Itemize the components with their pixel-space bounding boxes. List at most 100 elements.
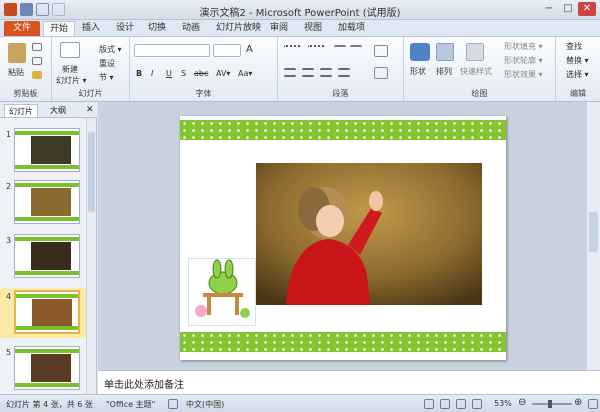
close-window-icon[interactable]: ✕ (578, 2, 596, 16)
shape-fill-button[interactable]: 形状填充 ▾ (504, 41, 543, 52)
font-group-label: 字体 (195, 89, 212, 98)
left-pane-header: 幻灯片 大纲 ✕ (0, 102, 97, 118)
tab-insert[interactable]: 插入 (76, 21, 106, 36)
close-pane-icon[interactable]: ✕ (82, 104, 98, 117)
decrease-indent-icon[interactable] (334, 45, 346, 55)
shapes-icon[interactable] (410, 43, 430, 61)
numbering-icon[interactable] (308, 45, 326, 55)
tab-file[interactable]: 文件 (4, 21, 40, 36)
minimize-icon[interactable]: − (540, 2, 558, 16)
align-center-icon[interactable] (302, 68, 314, 77)
bullets-icon[interactable] (284, 45, 302, 55)
slide-position-info: 幻灯片 第 4 张，共 6 张 (6, 400, 93, 409)
slideshow-view-icon[interactable] (472, 399, 482, 409)
normal-view-icon[interactable] (424, 399, 434, 409)
tab-transitions[interactable]: 切换 (142, 21, 172, 36)
smartart-icon[interactable] (374, 67, 388, 79)
tab-slides-pane[interactable]: 幻灯片 (4, 104, 38, 117)
clipboard-group-label: 剪贴板 (13, 89, 38, 98)
find-button[interactable]: 查找 (566, 41, 582, 52)
section-button[interactable]: 节 ▾ (99, 72, 114, 83)
spellcheck-icon[interactable] (168, 399, 178, 409)
change-case-button[interactable]: Aa▾ (238, 69, 252, 78)
zoom-level[interactable]: 53% (494, 399, 512, 408)
reset-button[interactable]: 重设 (99, 58, 115, 69)
shadow-button[interactable]: S (181, 69, 186, 78)
new-slide-dropdown[interactable]: 幻灯片 ▾ (56, 75, 87, 86)
justify-icon[interactable] (338, 68, 350, 77)
fit-to-window-icon[interactable] (588, 399, 598, 409)
maximize-icon[interactable]: □ (559, 2, 577, 16)
zoom-in-icon[interactable]: ⊕ (574, 397, 582, 408)
increase-indent-icon[interactable] (350, 45, 362, 55)
grow-font-button[interactable]: A (246, 44, 253, 55)
bold-button[interactable]: B (136, 69, 142, 78)
quick-styles-icon[interactable] (466, 43, 484, 61)
char-spacing-button[interactable]: AV▾ (216, 69, 230, 78)
tab-view[interactable]: 视图 (298, 21, 328, 36)
shape-outline-button[interactable]: 形状轮廓 ▾ (504, 55, 543, 66)
notes-pane[interactable]: 单击此处添加备注 (98, 370, 600, 394)
new-slide-button[interactable]: 新建 (62, 64, 78, 75)
reading-view-icon[interactable] (456, 399, 466, 409)
tab-home[interactable]: 开始 (43, 21, 76, 36)
layout-button[interactable]: 版式 ▾ (99, 44, 122, 55)
cartoon-bunny-image[interactable] (188, 258, 256, 326)
slide-number: 5 (6, 348, 12, 357)
drawing-group: 形状 排列 快速样式 形状填充 ▾ 形状轮廓 ▾ 形状效果 ▾ 绘图 (404, 37, 556, 101)
align-left-icon[interactable] (284, 68, 296, 77)
arrange-icon[interactable] (436, 43, 454, 61)
status-bar: 幻灯片 第 4 张，共 6 张 "Office 主题" 中文(中国) 53% ⊖… (0, 394, 600, 412)
underline-button[interactable]: U (166, 69, 172, 78)
title-bar: 演示文稿2 - Microsoft PowerPoint (试用版) − □ ✕ (0, 0, 600, 20)
font-name-input[interactable] (134, 44, 210, 57)
paste-icon[interactable] (8, 43, 26, 63)
slide-thumbnail[interactable] (14, 128, 80, 172)
paste-button[interactable]: 粘贴 (8, 67, 24, 78)
slide-sorter-icon[interactable] (440, 399, 450, 409)
thumb-band-top (15, 349, 79, 353)
arrange-button[interactable]: 排列 (436, 66, 452, 77)
notes-placeholder[interactable]: 单击此处添加备注 (104, 376, 184, 391)
thumb-band-bottom (15, 383, 79, 387)
copy-icon[interactable] (32, 57, 42, 65)
girl-photo[interactable] (256, 163, 482, 305)
format-painter-icon[interactable] (32, 71, 42, 79)
tab-addins[interactable]: 加载项 (332, 21, 371, 36)
zoom-slider[interactable] (532, 403, 572, 405)
slide-thumbnails-pane: 1 2 3 4 5 (0, 118, 97, 394)
replace-button[interactable]: 替换 ▾ (566, 55, 589, 66)
zoom-out-icon[interactable]: ⊖ (518, 397, 526, 408)
align-right-icon[interactable] (320, 68, 332, 77)
slide-scrollbar[interactable] (586, 102, 600, 370)
font-group: A B I U S abc AV▾ Aa▾ 字体 (130, 37, 278, 101)
slide-thumbnail[interactable] (14, 346, 80, 390)
tab-design[interactable]: 设计 (110, 21, 140, 36)
quick-styles-button[interactable]: 快速样式 (460, 66, 492, 77)
shapes-button[interactable]: 形状 (410, 66, 426, 77)
new-slide-icon[interactable] (60, 42, 80, 58)
language-indicator[interactable]: 中文(中国) (186, 399, 224, 410)
band-dots (180, 120, 506, 140)
italic-button[interactable]: I (151, 69, 153, 78)
thumb-photo (31, 354, 71, 382)
scrollbar-thumb[interactable] (88, 132, 95, 212)
theme-name: "Office 主题" (106, 400, 156, 409)
text-direction-icon[interactable] (374, 45, 388, 57)
thumbnails-scrollbar[interactable] (86, 118, 96, 394)
zoom-slider-handle[interactable] (548, 400, 552, 408)
slide-thumbnail[interactable] (14, 180, 80, 224)
strikethrough-button[interactable]: abc (194, 69, 208, 78)
cut-icon[interactable] (32, 43, 42, 51)
slide-thumbnail-selected[interactable] (14, 290, 80, 334)
tab-animations[interactable]: 动画 (176, 21, 206, 36)
tab-slideshow[interactable]: 幻灯片放映 (210, 21, 267, 36)
slide-thumbnail[interactable] (14, 234, 80, 278)
tab-review[interactable]: 审阅 (264, 21, 294, 36)
select-button[interactable]: 选择 ▾ (566, 69, 589, 80)
shape-effects-button[interactable]: 形状效果 ▾ (504, 69, 543, 80)
thumb-photo (31, 242, 71, 270)
scrollbar-thumb[interactable] (589, 212, 598, 252)
tab-outline-pane[interactable]: 大纲 (46, 104, 70, 117)
font-size-input[interactable] (213, 44, 241, 57)
